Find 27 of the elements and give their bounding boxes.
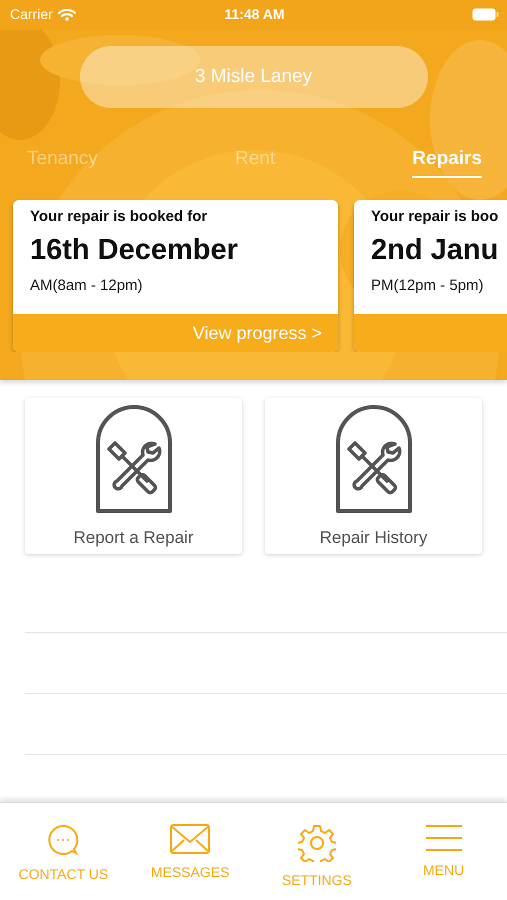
booking-slot: AM(8am - 12pm) (30, 277, 143, 294)
status-time: 11:48 AM (223, 6, 286, 22)
booking-intro: Your repair is boo (371, 208, 498, 225)
repair-tile[interactable]: Report a Repair (25, 398, 242, 554)
chat-icon (47, 824, 80, 856)
booking-intro: Your repair is booked for (30, 208, 208, 225)
menu-icon (424, 824, 463, 852)
tools-icon (94, 404, 172, 514)
booking-date: 2nd Janu (371, 234, 498, 267)
settings-icon (298, 824, 336, 862)
wifi-icon (58, 8, 76, 20)
tab[interactable]: Repairs (412, 148, 482, 178)
battery-icon (472, 8, 499, 20)
tools-icon (334, 404, 412, 514)
tab-bar-item[interactable]: MENU (380, 823, 507, 900)
view-progress-link[interactable]: View progress > (192, 322, 322, 344)
tab-bar-item[interactable]: CONTACT US (0, 823, 127, 900)
tab-bar-item[interactable]: SETTINGS (254, 823, 380, 900)
carrier-label: Carrier (10, 6, 53, 22)
tab-bar-item[interactable]: MESSAGES (126, 823, 254, 900)
booking-date: 16th December (30, 234, 238, 267)
tab[interactable]: Tenancy (27, 148, 98, 178)
mail-icon (170, 824, 210, 854)
repair-tile[interactable]: Repair History (265, 398, 482, 554)
booking-slot: PM(12pm - 5pm) (371, 277, 484, 294)
property-selector[interactable]: 3 Misle Laney (80, 46, 428, 108)
tab[interactable]: Rent (234, 148, 276, 178)
